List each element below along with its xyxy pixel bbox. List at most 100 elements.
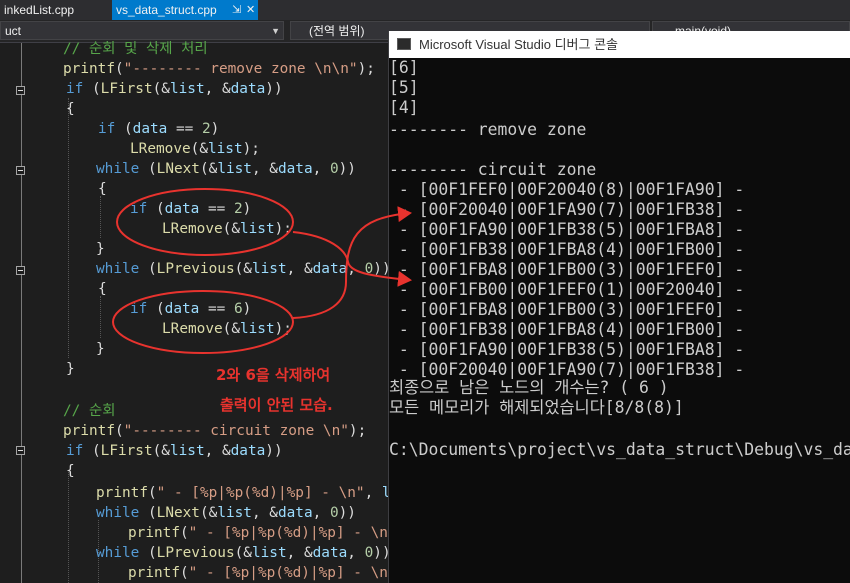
code-token: 2 xyxy=(233,201,243,217)
outline-line xyxy=(21,43,22,583)
code-line[interactable]: { xyxy=(66,461,75,481)
code-token: " - [%p|%p(%d)|%p] - \n" xyxy=(188,525,397,541)
code-line[interactable]: LRemove(&list); xyxy=(162,319,292,339)
code-line[interactable]: } xyxy=(96,339,105,359)
indent-guide xyxy=(100,296,101,338)
code-token: } xyxy=(96,341,105,357)
close-icon[interactable]: ✕ xyxy=(246,0,255,20)
tab-vs-data-struct-cpp[interactable]: vs_data_struct.cpp ⇲ ✕ xyxy=(112,0,258,20)
annotation-note-line-2: 출력이 안된 모습. xyxy=(220,396,333,414)
console-line: -------- remove zone xyxy=(389,120,587,139)
console-line: - [00F20040|00F1FA90(7)|00F1FB38] - xyxy=(389,360,745,379)
code-token: // 순회 및 삭제 처리 xyxy=(63,41,208,57)
code-token: )) xyxy=(338,161,356,177)
indent-guide xyxy=(68,98,69,358)
code-token: data xyxy=(312,261,348,277)
collapse-toggle-icon[interactable] xyxy=(16,446,25,455)
code-line[interactable]: printf("-------- circuit zone \n"); xyxy=(63,421,366,441)
code-line[interactable]: if (data == 6) xyxy=(130,299,251,319)
code-token: ); xyxy=(357,61,375,77)
annotation-note-line-1: 2와 6을 삭제하여 xyxy=(216,366,331,384)
tab-linkedlist-cpp[interactable]: inkedList.cpp xyxy=(0,0,112,20)
code-token: 0 xyxy=(329,161,339,177)
code-token: ( xyxy=(139,161,157,177)
code-token: data xyxy=(164,301,200,317)
code-token: printf xyxy=(128,525,180,541)
code-token: ( xyxy=(179,525,189,541)
code-token: if xyxy=(66,81,84,97)
code-line[interactable]: while (LPrevious(&list, &data, 0)) xyxy=(96,543,391,563)
console-title-bar[interactable]: Microsoft Visual Studio 디버그 콘솔 xyxy=(389,31,850,58)
code-token: LPrevious xyxy=(156,261,235,277)
code-token: "-------- remove zone \n\n" xyxy=(123,61,358,77)
code-token: if xyxy=(66,443,84,459)
code-line[interactable]: { xyxy=(98,279,107,299)
code-token: if xyxy=(98,121,116,137)
code-line[interactable]: if (data == 2) xyxy=(130,199,251,219)
code-token: LNext xyxy=(156,161,200,177)
code-token: )) xyxy=(265,443,283,459)
code-token: LPrevious xyxy=(156,545,235,561)
code-line[interactable]: // 순회 xyxy=(63,401,115,421)
code-token: ); xyxy=(242,141,260,157)
code-token: == xyxy=(199,301,234,317)
collapse-toggle-icon[interactable] xyxy=(16,86,25,95)
code-token: ( xyxy=(114,423,124,439)
collapse-toggle-icon[interactable] xyxy=(16,266,25,275)
code-token: while xyxy=(96,545,140,561)
collapse-toggle-icon[interactable] xyxy=(16,166,25,175)
code-token: data xyxy=(312,545,348,561)
code-token: list xyxy=(251,545,287,561)
code-token: LFirst xyxy=(100,443,153,459)
code-line[interactable]: // 순회 및 삭제 처리 xyxy=(63,39,208,59)
code-line[interactable]: while (LNext(&list, &data, 0)) xyxy=(96,503,356,523)
code-token: { xyxy=(66,463,75,479)
code-token: ( xyxy=(83,443,101,459)
code-line[interactable]: LRemove(&list); xyxy=(162,219,292,239)
code-token: if xyxy=(130,301,148,317)
code-token: (& xyxy=(152,81,170,97)
code-token: , & xyxy=(204,81,231,97)
code-token: list xyxy=(207,141,243,157)
code-token: , xyxy=(347,545,365,561)
code-token: while xyxy=(96,161,140,177)
code-token: { xyxy=(98,181,107,197)
code-line[interactable]: { xyxy=(66,99,75,119)
code-line[interactable]: } xyxy=(96,239,105,259)
code-line[interactable]: if (LFirst(&list, &data)) xyxy=(66,441,283,461)
code-token: if xyxy=(130,201,148,217)
code-token: data xyxy=(277,161,313,177)
code-token: ( xyxy=(114,61,124,77)
code-token: ( xyxy=(139,505,157,521)
code-token: )) xyxy=(265,81,283,97)
code-line[interactable]: { xyxy=(98,179,107,199)
code-line[interactable]: while (LPrevious(&list, &data, 0)) xyxy=(96,259,391,279)
code-line[interactable]: while (LNext(&list, &data, 0)) xyxy=(96,159,356,179)
project-scope-dropdown[interactable]: uct ▼ xyxy=(0,21,284,40)
console-line: - [00F1FB00|00F1FEF0(1)|00F20040] - xyxy=(389,280,745,299)
chevron-down-icon: ▼ xyxy=(271,26,280,36)
debug-console-window[interactable]: Microsoft Visual Studio 디버그 콘솔 [6] [5] [4]… xyxy=(388,31,850,583)
tab-label: inkedList.cpp xyxy=(4,3,75,17)
code-line[interactable]: LRemove(&list); xyxy=(130,139,260,159)
code-token: , xyxy=(312,505,330,521)
code-line[interactable]: if (data == 2) xyxy=(98,119,219,139)
code-token: data xyxy=(230,81,266,97)
code-token: ) xyxy=(210,121,220,137)
code-token: ( xyxy=(147,485,157,501)
code-line[interactable]: if (LFirst(&list, &data)) xyxy=(66,79,283,99)
tab-bar: inkedList.cpp vs_data_struct.cpp ⇲ ✕ xyxy=(0,0,850,20)
code-token: (& xyxy=(234,545,252,561)
pin-icon[interactable]: ⇲ xyxy=(232,0,241,20)
code-token: LRemove xyxy=(162,221,223,237)
code-token: , xyxy=(347,261,365,277)
code-token: 0 xyxy=(364,261,374,277)
code-line[interactable]: printf("-------- remove zone \n\n"); xyxy=(63,59,375,79)
code-token: list xyxy=(251,261,287,277)
console-line: - [00F1FBA8|00F1FB00(3)|00F1FEF0] - xyxy=(389,300,745,319)
code-token: ( xyxy=(139,261,157,277)
code-token: { xyxy=(98,281,107,297)
code-token: , & xyxy=(251,161,278,177)
code-token: data xyxy=(164,201,200,217)
code-line[interactable]: } xyxy=(66,359,75,379)
